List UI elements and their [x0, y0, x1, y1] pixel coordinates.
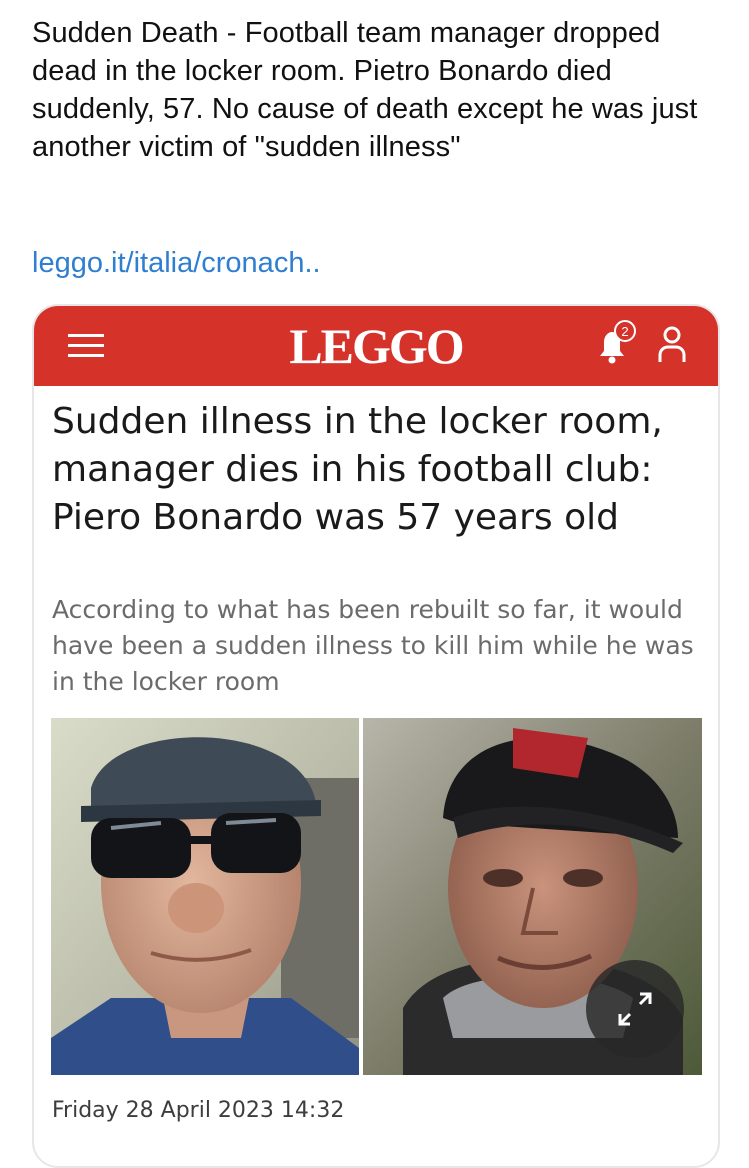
article-date: Friday 28 April 2023 14:32: [52, 1098, 345, 1123]
expand-icon: [618, 992, 652, 1026]
article-headline[interactable]: Sudden illness in the locker room, manag…: [52, 398, 702, 542]
article-link[interactable]: leggo.it/italia/cronach..: [32, 244, 321, 282]
article-subtitle: According to what has been rebuilt so fa…: [52, 595, 694, 696]
user-icon[interactable]: [656, 324, 688, 364]
post-text: Sudden Death - Football team manager dro…: [32, 17, 698, 163]
menu-icon[interactable]: [68, 332, 104, 360]
expand-gallery-button[interactable]: [586, 960, 684, 1058]
article-card[interactable]: LEGGO 2 Sudden illness in the locker roo…: [32, 304, 720, 1168]
notifications-button[interactable]: 2: [586, 320, 638, 372]
notification-badge: 2: [614, 320, 636, 342]
site-header: LEGGO 2: [34, 306, 718, 386]
photo-man-sunglasses[interactable]: [51, 718, 359, 1075]
site-logo[interactable]: LEGGO: [276, 311, 476, 381]
